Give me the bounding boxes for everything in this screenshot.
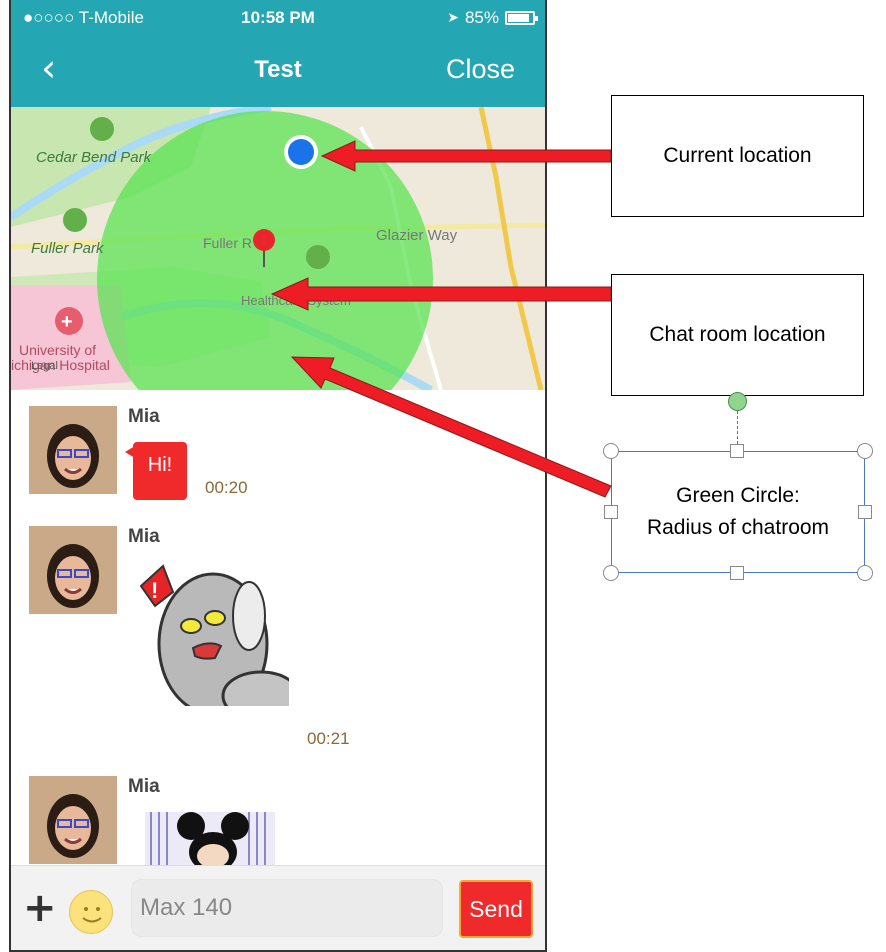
sender-name: Mia — [128, 406, 160, 427]
status-bar: ●○○○○ T-Mobile 10:58 PM ➤ 85% — [11, 0, 545, 36]
message-bubble[interactable]: Hi! — [125, 442, 187, 500]
message-input[interactable] — [131, 879, 443, 937]
callout-line-1: Green Circle: — [676, 484, 800, 507]
callout-current-location: Current location — [611, 95, 864, 217]
battery-icon — [505, 11, 538, 25]
callout-chat-room-location: Chat room location — [611, 274, 864, 396]
rotation-handle-line — [737, 411, 738, 444]
chat-message: Mia ! 00:21 — [11, 526, 545, 751]
callout-text: Chat room location — [649, 323, 826, 346]
avatar[interactable] — [29, 406, 117, 494]
map-label-cedar-bend: Cedar Bend Park — [36, 149, 153, 166]
resize-handle[interactable] — [604, 505, 618, 519]
chat-messages[interactable]: Mia Hi! 00:20 Mia ! 00:21 Mia — [11, 390, 545, 865]
sender-name: Mia — [128, 776, 160, 797]
map-label-hospital-1: University of — [19, 342, 96, 358]
callout-green-circle[interactable]: Green Circle: Radius of chatroom — [611, 451, 865, 573]
message-input-bar: + Send — [11, 865, 545, 950]
message-text: Hi! — [147, 454, 173, 476]
smiley-icon — [82, 907, 102, 923]
map-canvas: + Cedar Bend Park Fuller Park Fuller R G… — [11, 107, 545, 390]
avatar[interactable] — [29, 526, 117, 614]
angry-moon-sticker[interactable]: ! — [129, 556, 301, 722]
close-button[interactable]: Close — [446, 54, 515, 85]
map-label-fuller-road: Fuller R — [203, 235, 252, 251]
nav-bar: ‹ Test Close — [11, 40, 545, 100]
chatroom-pin-icon — [253, 229, 275, 251]
map-label-fuller-park: Fuller Park — [31, 240, 105, 257]
add-attachment-button[interactable]: + — [23, 888, 57, 928]
mickey-sticker[interactable] — [145, 806, 275, 865]
park-tree-icon — [63, 208, 87, 232]
map-view[interactable]: + Cedar Bend Park Fuller Park Fuller R G… — [11, 107, 545, 390]
chat-message: Mia — [11, 776, 545, 865]
phone-screen: ●○○○○ T-Mobile 10:58 PM ➤ 85% ‹ Test Clo… — [9, 0, 547, 952]
map-label-healthcare: Healthcare System — [241, 293, 351, 308]
park-tree-icon — [90, 117, 114, 141]
callout-text: Current location — [663, 144, 812, 167]
resize-handle[interactable] — [603, 443, 619, 459]
map-legal-link[interactable]: Legal — [31, 360, 58, 372]
current-location-dot — [288, 139, 314, 165]
callout-text: Green Circle: Radius of chatroom — [647, 480, 829, 544]
emoji-button[interactable] — [69, 890, 113, 934]
park-tree-icon — [306, 245, 330, 269]
message-time: 00:20 — [205, 478, 248, 497]
map-label-glazier-way: Glazier Way — [376, 227, 458, 244]
resize-handle[interactable] — [730, 444, 744, 458]
svg-text:+: + — [61, 311, 73, 333]
svg-text:!: ! — [151, 578, 158, 603]
location-arrow-icon: ➤ — [447, 10, 459, 26]
app-header: ●○○○○ T-Mobile 10:58 PM ➤ 85% ‹ Test Clo… — [11, 0, 545, 107]
avatar[interactable] — [29, 776, 117, 864]
battery-percent: 85% — [464, 8, 499, 27]
resize-handle[interactable] — [857, 443, 873, 459]
map-label-hospital-2: ichigan Hospital — [11, 357, 110, 373]
resize-handle[interactable] — [730, 566, 744, 580]
resize-handle[interactable] — [858, 505, 872, 519]
send-button[interactable]: Send — [459, 880, 533, 938]
sender-name: Mia — [128, 526, 160, 547]
message-time: 00:21 — [307, 729, 350, 748]
resize-handle[interactable] — [603, 565, 619, 581]
rotation-handle[interactable] — [728, 392, 747, 411]
callout-line-2: Radius of chatroom — [646, 516, 830, 539]
chat-message: Mia Hi! 00:20 — [11, 406, 545, 506]
status-right: ➤ 85% — [447, 8, 538, 28]
resize-handle[interactable] — [857, 565, 873, 581]
